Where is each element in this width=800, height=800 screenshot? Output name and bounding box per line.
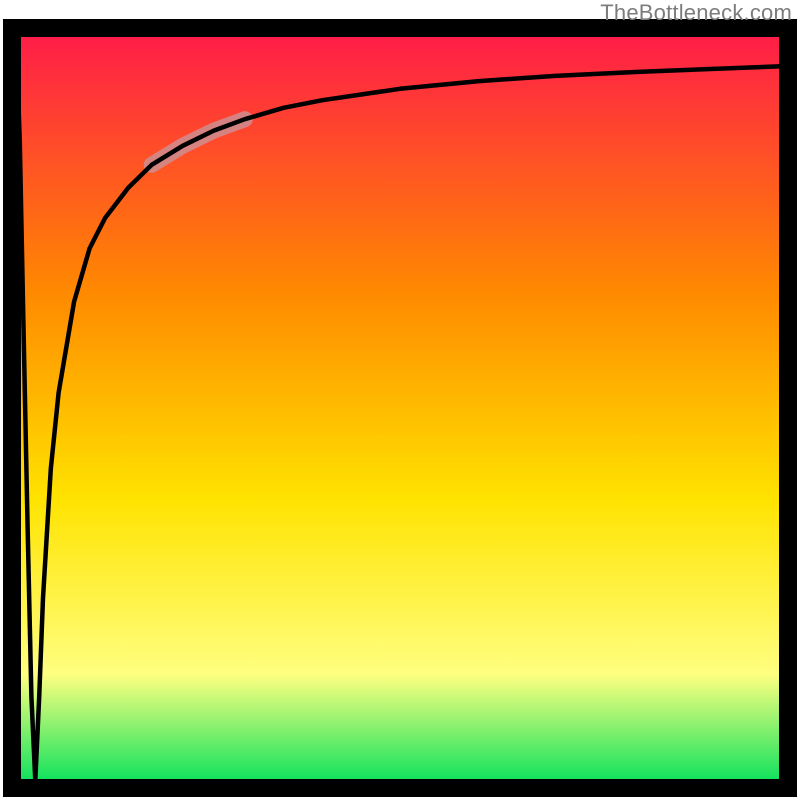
watermark-text: TheBottleneck.com [600,0,792,26]
chart-container: TheBottleneck.com [0,0,800,800]
plot-area [12,28,788,788]
bottleneck-chart [0,0,800,800]
heat-background [12,28,788,788]
